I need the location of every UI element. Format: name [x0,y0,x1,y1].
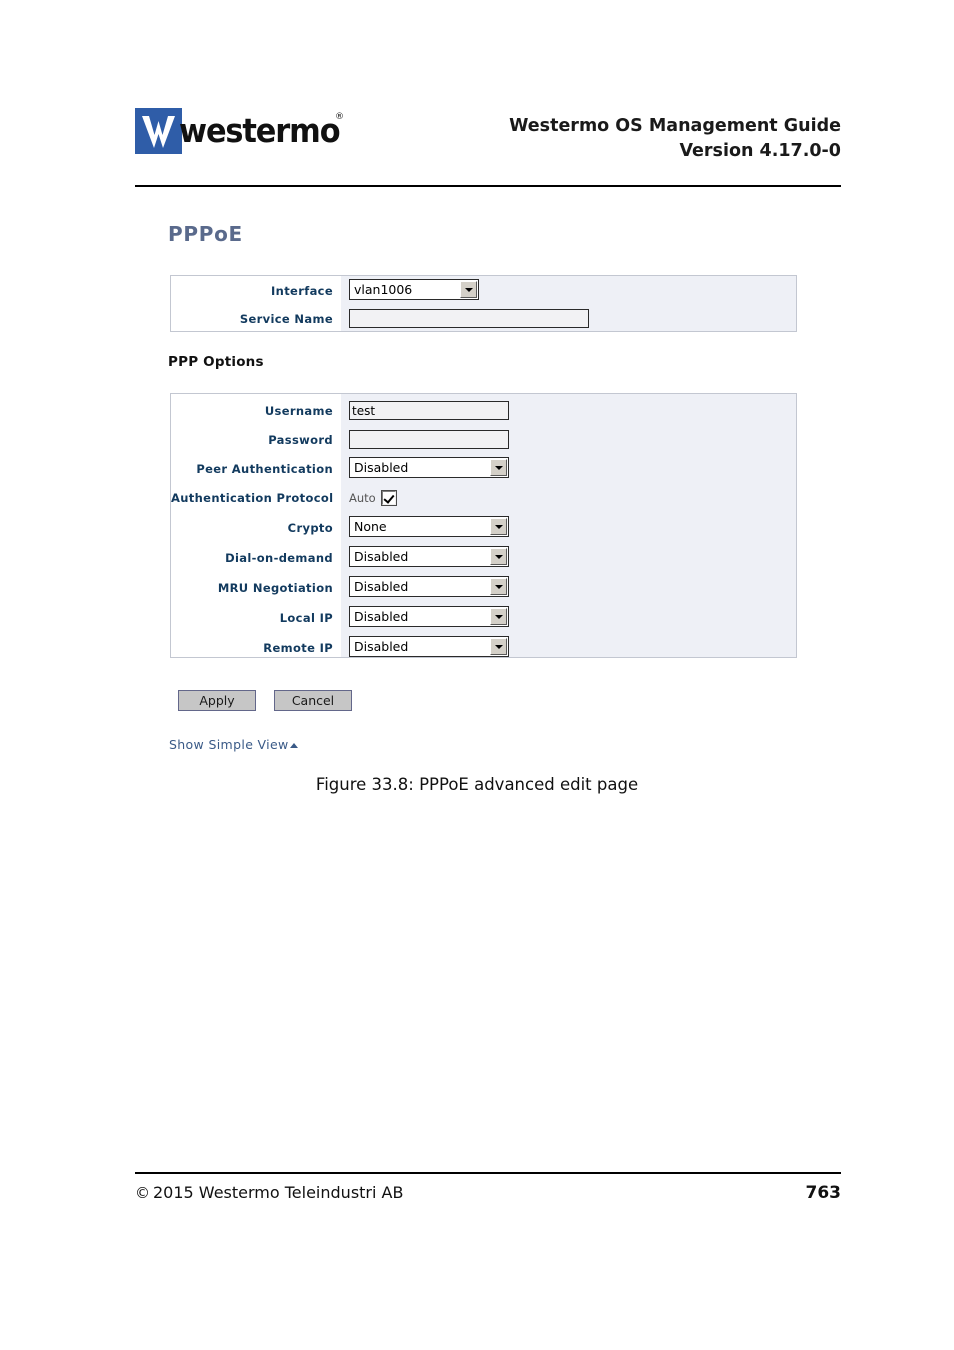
form-row-mru-negotiation: MRU Negotiation Disabled [171,573,796,603]
dial-on-demand-value: Disabled [354,549,409,564]
chevron-down-icon[interactable] [490,459,507,476]
form-row-dial-on-demand: Dial-on-demand Disabled [171,543,796,573]
header-title: Westermo OS Management Guide Version 4.1… [509,114,841,164]
logo-registered-mark: ® [335,112,344,122]
footer-divider [135,1172,841,1174]
page-header: westermo ® Westermo OS Management Guide … [135,100,841,178]
westermo-w-logo-icon [135,108,182,154]
ppp-options-panel: Username Password Peer Authentication Di… [170,393,797,658]
peer-authentication-label: Peer Authentication [196,462,333,476]
mru-negotiation-value: Disabled [354,579,409,594]
chevron-down-icon[interactable] [490,608,507,625]
mru-negotiation-select[interactable]: Disabled [349,576,509,597]
local-ip-value: Disabled [354,609,409,624]
username-label: Username [264,404,333,418]
form-row-authentication-protocol: Authentication Protocol Auto [171,483,796,513]
chevron-down-icon[interactable] [490,638,507,655]
westermo-logo: westermo ® [135,108,344,156]
page-number: 763 [805,1183,842,1203]
section-title-ppp-options: PPP Options [168,354,264,370]
apply-button[interactable]: Apply [178,690,256,711]
auto-checkbox-group[interactable]: Auto [349,483,397,513]
auto-checkbox-label: Auto [349,491,376,505]
chevron-down-icon[interactable] [490,578,507,595]
interface-panel: Interface vlan1006 Service Name [170,275,797,332]
form-row-service-name: Service Name [171,304,796,334]
password-label: Password [268,433,333,447]
peer-authentication-select[interactable]: Disabled [349,457,509,478]
mru-negotiation-label: MRU Negotiation [217,581,333,595]
dial-on-demand-label: Dial-on-demand [225,551,333,565]
chevron-down-icon[interactable] [490,548,507,565]
crypto-label: Crypto [287,521,333,535]
caret-up-icon [289,743,298,748]
form-row-password: Password [171,425,796,455]
remote-ip-label: Remote IP [263,641,333,655]
form-row-crypto: Crypto None [171,513,796,543]
form-row-interface: Interface vlan1006 [171,276,796,306]
header-divider [135,185,841,187]
show-simple-view-label: Show Simple View [169,737,289,752]
crypto-value: None [354,519,387,534]
document-page: westermo ® Westermo OS Management Guide … [0,0,954,1350]
service-name-label: Service Name [239,312,333,326]
authentication-protocol-label: Authentication Protocol [171,491,334,505]
remote-ip-select[interactable]: Disabled [349,636,509,657]
password-input[interactable] [349,430,509,449]
logo-wordmark: westermo [179,111,341,150]
header-title-line2: Version 4.17.0-0 [679,141,841,161]
remote-ip-value: Disabled [354,639,409,654]
local-ip-label: Local IP [279,611,333,625]
interface-select-value: vlan1006 [354,282,413,297]
peer-authentication-value: Disabled [354,460,409,475]
header-title-line1: Westermo OS Management Guide [509,116,841,136]
figure-caption: Figure 33.8: PPPoE advanced edit page [315,775,639,794]
chevron-down-icon[interactable] [460,281,477,298]
form-row-local-ip: Local IP Disabled [171,603,796,633]
local-ip-select[interactable]: Disabled [349,606,509,627]
dial-on-demand-select[interactable]: Disabled [349,546,509,567]
cancel-button[interactable]: Cancel [274,690,352,711]
crypto-select[interactable]: None [349,516,509,537]
page-title: PPPoE [168,222,243,246]
form-row-peer-authentication: Peer Authentication Disabled [171,454,796,484]
form-row-username: Username [171,396,796,426]
service-name-input[interactable] [349,309,589,328]
chevron-down-icon[interactable] [490,518,507,535]
interface-select[interactable]: vlan1006 [349,279,479,300]
form-row-remote-ip: Remote IP Disabled [171,633,796,663]
show-simple-view-link[interactable]: Show Simple View [169,736,298,753]
auto-checkbox[interactable] [380,490,397,506]
interface-label: Interface [271,284,333,298]
username-input[interactable] [349,401,509,420]
